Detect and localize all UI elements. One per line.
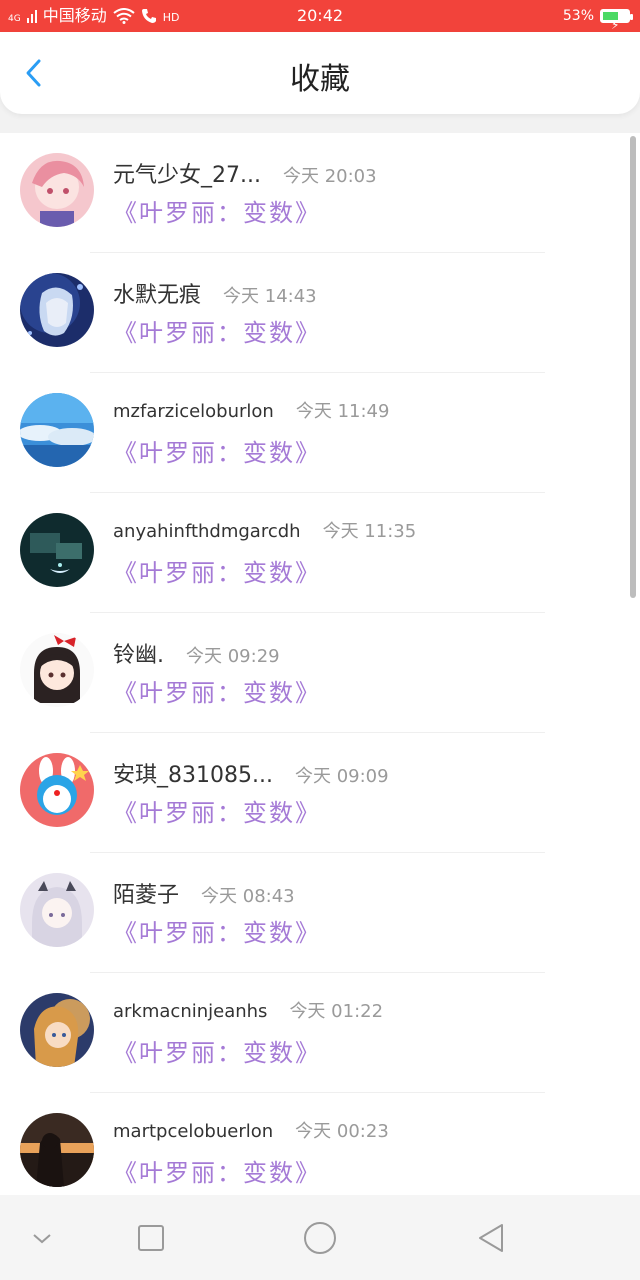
book-title[interactable]: 《叶罗丽：变数》 <box>113 313 321 348</box>
username[interactable]: mzfarziceloburlon <box>113 401 274 422</box>
list-item[interactable]: 水默无痕 今天 14:43 《叶罗丽：变数》 <box>0 253 640 373</box>
list-item[interactable]: anyahinfthdmgarcdh 今天 11:35 《叶罗丽：变数》 <box>0 493 640 613</box>
username[interactable]: 陌菱子 <box>113 877 179 909</box>
page-header: 收藏 <box>0 32 640 114</box>
avatar[interactable] <box>20 753 94 827</box>
timestamp: 今天 11:35 <box>322 521 417 542</box>
avatar[interactable] <box>20 993 94 1067</box>
book-title[interactable]: 《叶罗丽：变数》 <box>113 1153 321 1188</box>
avatar[interactable] <box>20 1113 94 1187</box>
list-item[interactable]: arkmacninjeanhs 今天 01:22 《叶罗丽：变数》 <box>0 973 640 1093</box>
timestamp: 今天 09:29 <box>186 646 280 667</box>
timestamp: 今天 11:49 <box>295 401 390 422</box>
battery-percent: 53% <box>562 8 594 24</box>
system-nav-bar <box>0 1195 640 1280</box>
item-header: 水默无痕 今天 14:43 <box>113 277 317 309</box>
page-title: 收藏 <box>290 62 350 97</box>
book-title[interactable]: 《叶罗丽：变数》 <box>113 673 321 708</box>
avatar[interactable] <box>20 393 94 467</box>
timestamp: 今天 14:43 <box>223 286 317 307</box>
item-header: martpcelobuerlon 今天 00:23 <box>113 1117 389 1143</box>
favorites-list[interactable]: 元气少女_27... 今天 20:03 《叶罗丽：变数》 水默无痕 今天 14:43… <box>0 133 640 1195</box>
avatar[interactable] <box>20 273 94 347</box>
triangle-back-icon[interactable] <box>474 1220 510 1256</box>
list-item[interactable]: 元气少女_27... 今天 20:03 《叶罗丽：变数》 <box>0 133 640 253</box>
book-title[interactable]: 《叶罗丽：变数》 <box>113 913 321 948</box>
username[interactable]: 铃幽. <box>113 637 164 669</box>
item-header: 铃幽. 今天 09:29 <box>113 637 280 669</box>
timestamp: 今天 09:09 <box>294 766 389 787</box>
status-time: 20:42 <box>296 6 344 25</box>
chevron-down-icon[interactable] <box>24 1220 60 1256</box>
timestamp: 今天 01:22 <box>289 1001 384 1022</box>
avatar[interactable] <box>20 513 94 587</box>
list-item[interactable]: 陌菱子 今天 08:43 《叶罗丽：变数》 <box>0 853 640 973</box>
book-title[interactable]: 《叶罗丽：变数》 <box>113 433 321 468</box>
item-header: mzfarziceloburlon 今天 11:49 <box>113 397 389 423</box>
circle-icon[interactable] <box>302 1220 338 1256</box>
item-header: 元气少女_27... 今天 20:03 <box>113 157 377 189</box>
username[interactable]: 安琪_831085... <box>113 757 273 789</box>
timestamp: 今天 20:03 <box>282 166 377 187</box>
item-header: arkmacninjeanhs 今天 01:22 <box>113 997 383 1023</box>
list-item[interactable]: mzfarziceloburlon 今天 11:49 《叶罗丽：变数》 <box>0 373 640 493</box>
timestamp: 今天 00:23 <box>295 1121 389 1142</box>
list-item[interactable]: 安琪_831085... 今天 09:09 《叶罗丽：变数》 <box>0 733 640 853</box>
item-header: anyahinfthdmgarcdh 今天 11:35 <box>113 517 416 543</box>
username[interactable]: 水默无痕 <box>113 277 201 309</box>
username[interactable]: 元气少女_27... <box>113 157 261 189</box>
status-right: 53% ⚡ <box>562 0 633 32</box>
avatar[interactable] <box>20 873 94 947</box>
timestamp: 今天 08:43 <box>201 886 295 907</box>
scrollbar[interactable] <box>630 136 636 598</box>
book-title[interactable]: 《叶罗丽：变数》 <box>113 553 321 588</box>
book-title[interactable]: 《叶罗丽：变数》 <box>113 193 321 228</box>
username[interactable]: anyahinfthdmgarcdh <box>113 521 301 542</box>
list-item[interactable]: martpcelobuerlon 今天 00:23 《叶罗丽：变数》 <box>0 1093 640 1195</box>
book-title[interactable]: 《叶罗丽：变数》 <box>113 1033 321 1068</box>
battery-icon: ⚡ <box>600 9 633 32</box>
list-item[interactable]: 铃幽. 今天 09:29 《叶罗丽：变数》 <box>0 613 640 733</box>
book-title[interactable]: 《叶罗丽：变数》 <box>113 793 321 828</box>
avatar[interactable] <box>20 633 94 707</box>
status-bar: 4G 中国移动 HD 20:42 53% ⚡ <box>0 0 640 32</box>
item-header: 陌菱子 今天 08:43 <box>113 877 295 909</box>
username[interactable]: martpcelobuerlon <box>113 1121 273 1142</box>
avatar[interactable] <box>20 153 94 227</box>
username[interactable]: arkmacninjeanhs <box>113 1001 267 1022</box>
square-icon[interactable] <box>133 1220 169 1256</box>
item-header: 安琪_831085... 今天 09:09 <box>113 757 389 789</box>
